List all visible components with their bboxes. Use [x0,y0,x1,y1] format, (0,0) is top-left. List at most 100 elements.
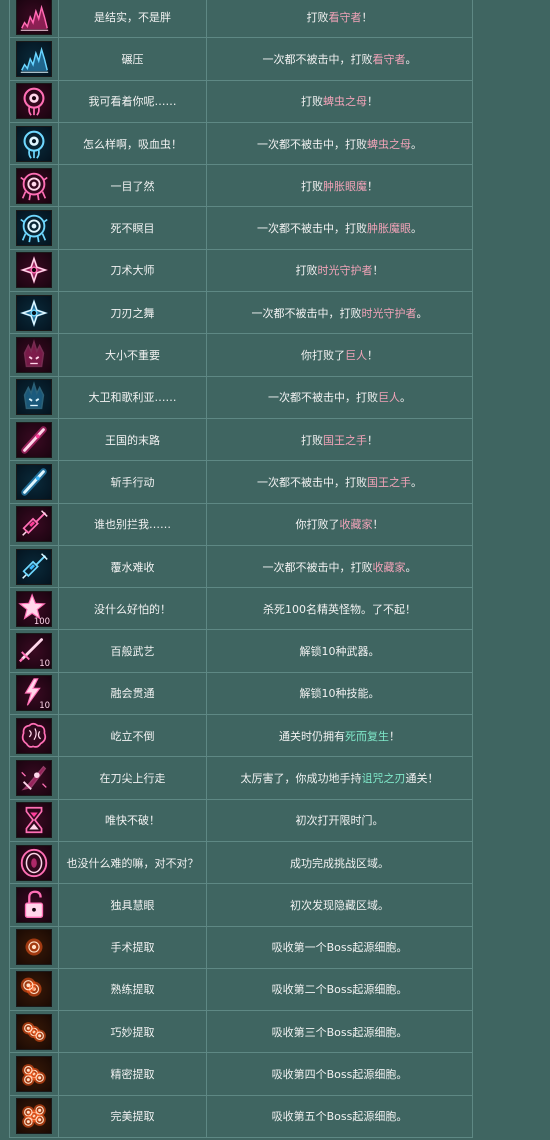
achievement-name: 斩手行动 [59,461,207,503]
description-text: 吸收第二个Boss起源细胞。 [271,983,408,997]
highlighted-term: 看守者 [328,10,362,24]
achievement-row: 10 百般武艺 解锁10种武器。 [10,630,472,673]
highlighted-term: 收藏家 [372,560,406,574]
achievement-row: 谁也别拦我…… 你打败了 收藏家！ [10,503,472,546]
description-text: 。 [405,52,417,66]
cell-2-icon [16,971,52,1008]
description-text: 太厉害了，你成功地手持 [240,771,362,785]
syringe-icon [16,506,52,543]
achievement-name: 死不瞑目 [59,207,207,249]
achievement-icon-cell [10,545,59,588]
description-text: ！ [367,433,378,447]
achievements-table: 是结实，不是胖 打败 看守者！ 碾压 一次都不被击中，打败 看守者。 我可看着你呢…… 打… [9,0,473,1139]
achievement-icon-cell [10,165,59,207]
achievement-icon-cell [10,292,59,334]
description-text: 一次都不被击中，打败 [251,306,362,320]
achievement-icon-cell [10,122,59,165]
description-text: ！ [367,179,378,193]
achievement-name: 手术提取 [59,926,207,968]
description-text: 吸收第四个Boss起源细胞。 [271,1068,408,1082]
achievement-row: 大卫和歌利亚…… 一次都不被击中，打败 巨人。 [10,376,472,419]
achievement-icon-cell [10,968,59,1011]
achievement-name: 在刀尖上行走 [59,757,207,799]
achievement-icon-cell [10,80,59,122]
achievement-description: 杀死100名精英怪物。了不起！ [207,588,472,629]
achievement-row: 手术提取 吸收第一个Boss起源细胞。 [10,926,472,969]
achievement-row: 100 没什么好怕的！ 杀死100名精英怪物。了不起！ [10,588,472,631]
description-text: 打败 [295,264,318,278]
description-text: 打败 [301,433,323,447]
achievement-description: 一次都不被击中，打败 时光守护者。 [207,292,472,333]
description-text: 一次都不被击中，打败 [268,391,378,405]
achievement-icon-cell [10,715,59,757]
achievement-row: 怎么样啊，吸血虫！ 一次都不被击中，打败 蜱虫之母。 [10,122,472,166]
description-text: 一次都不被击中，打败 [257,137,367,151]
achievement-icon-cell [10,38,59,80]
achievement-name: 大卫和歌利亚…… [59,376,207,418]
achievement-row: 10 融会贯通 解锁10种技能。 [10,672,472,716]
highlighted-term: 国王之手 [323,433,367,447]
description-text: 初次发现隐藏区域。 [290,898,389,912]
achievement-description: 初次打开限时门。 [207,800,472,841]
bars-chart-icon [16,40,52,77]
achievement-icon-cell [10,207,59,249]
description-text: ！ [372,518,384,532]
cell-4-icon [16,1056,52,1093]
achievement-icon-cell [10,334,59,376]
description-text: 。 [405,560,417,574]
description-text: 打败 [301,179,323,193]
achievement-row: 死不瞑目 一次都不被击中，打败 肿胀魔眼。 [10,207,472,250]
star-100-icon: 100 [16,590,52,627]
achievement-icon-cell [10,376,59,418]
achievement-row: 是结实，不是胖 打败 看守者！ [10,0,472,39]
glowing-rod-icon [16,421,52,458]
description-text: 一次都不被击中，打败 [262,52,373,66]
achievement-description: 吸收第四个Boss起源细胞。 [207,1053,472,1094]
achievement-name: 碾压 [59,38,207,80]
achievement-name: 是结实，不是胖 [59,0,207,38]
achievement-description: 你打败了 收藏家！ [207,504,472,545]
highlighted-term: 死而复生 [345,729,389,743]
description-text: ！ [367,349,378,363]
bloated-eye-icon [16,167,52,204]
cell-3-icon [16,1013,52,1050]
highlighted-term: 肿胀眼魔 [323,179,367,193]
achievement-row: 完美提取 吸收第五个Boss起源细胞。 [10,1095,472,1139]
svg-text:10: 10 [39,659,50,669]
achievement-description: 一次都不被击中，打败 国王之手。 [207,461,472,502]
achievement-row: 精密提取 吸收第四个Boss起源细胞。 [10,1053,472,1096]
giant-head-icon [16,337,52,374]
description-text: 一次都不被击中，打败 [257,222,367,236]
achievement-description: 初次发现隐藏区域。 [207,884,472,925]
highlighted-term: 国王之手 [367,475,411,489]
achievement-icon-cell: 100 [10,588,59,630]
achievement-description: 解锁10种技能。 [207,673,472,714]
achievement-icon-cell [10,1095,59,1138]
achievement-name: 大小不重要 [59,334,207,376]
achievement-icon-cell [10,926,59,968]
highlighted-term: 收藏家 [339,518,373,532]
achievement-icon-cell: 10 [10,630,59,672]
achievement-name: 融会贯通 [59,672,207,715]
achievement-description: 一次都不被击中，打败 巨人。 [207,377,472,418]
achievement-description: 你打败了 巨人！ [207,334,472,375]
description-text: 成功完成挑战区域。 [290,856,389,870]
achievement-name: 屹立不倒 [59,715,207,757]
achievement-description: 打败 时光守护者！ [207,250,472,291]
achievement-name: 王国的末路 [59,418,207,461]
achievement-row: 我可看着你呢…… 打败 蜱虫之母！ [10,80,472,123]
achievement-row: 王国的末路 打败 国王之手！ [10,418,472,462]
achievement-description: 吸收第五个Boss起源细胞。 [207,1096,472,1137]
achievement-icon-cell [10,461,59,503]
achievement-name: 没什么好怕的！ [59,588,207,630]
achievement-name: 熟练提取 [59,968,207,1011]
parasite-eye-icon [16,83,52,120]
achievement-name: 完美提取 [59,1095,207,1138]
achievement-description: 成功完成挑战区域。 [207,842,472,883]
description-text: 吸收第一个Boss起源细胞。 [271,941,408,955]
achievement-row: 也没什么难的嘛，对不对？ 成功完成挑战区域。 [10,841,472,885]
achievement-icon-cell [10,1053,59,1095]
achievement-icon-cell [10,841,59,884]
achievement-name: 百般武艺 [59,630,207,672]
achievement-description: 打败 肿胀眼魔！ [207,165,472,206]
